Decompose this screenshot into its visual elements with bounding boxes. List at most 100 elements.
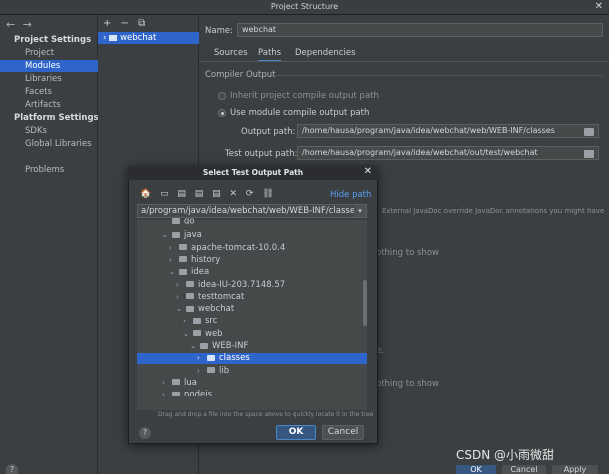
help-button[interactable]: ?: [139, 427, 151, 439]
tab-dependencies[interactable]: Dependencies: [295, 48, 356, 58]
chevron-right-icon[interactable]: ›: [176, 280, 186, 291]
sidebar-item-modules[interactable]: Modules: [0, 60, 98, 72]
chevron-down-icon[interactable]: ▾: [354, 205, 366, 217]
close-icon[interactable]: ✕: [595, 1, 603, 12]
folder-icon: [186, 293, 194, 300]
cancel-button[interactable]: Cancel: [322, 425, 364, 440]
tree-item-idea-iu-203-7148-57[interactable]: › idea-IU-203.7148.57: [137, 280, 367, 291]
ok-button[interactable]: OK: [276, 425, 316, 440]
javadoc-hint: External JavaDoc override JavaDoc annota…: [382, 207, 605, 215]
chevron-down-icon[interactable]: ⌄: [183, 329, 193, 340]
tree-item-label: nodejs: [184, 390, 213, 397]
browse-folder-icon[interactable]: [584, 128, 594, 136]
module-tree-toolbar[interactable]: + − ⧉: [103, 18, 148, 29]
output-path-field[interactable]: /home/hausa/program/java/idea/webchat/we…: [297, 124, 599, 138]
hide-path-link[interactable]: Hide path: [330, 190, 371, 200]
module-name: webchat: [120, 33, 157, 43]
chevron-right-icon[interactable]: ›: [197, 353, 207, 364]
folder-icon: [207, 367, 215, 374]
tree-item-webchat[interactable]: ⌄ webchat: [137, 304, 367, 315]
folder-icon: [207, 354, 215, 361]
tree-item-go[interactable]: go: [137, 218, 367, 224]
window-title-bar: Project Structure ✕: [0, 0, 609, 15]
folder-icon: [200, 342, 208, 349]
chevron-down-icon[interactable]: ⌄: [169, 267, 179, 278]
sidebar-item-project[interactable]: Project: [0, 47, 98, 59]
compiler-output-header: Compiler Output: [205, 70, 276, 80]
folder-icon: [172, 379, 180, 386]
tab-paths[interactable]: Paths: [258, 48, 282, 62]
tree-item-label: WEB-INF: [212, 341, 249, 351]
window-title: Project Structure: [270, 2, 339, 11]
folder-icon: [186, 281, 194, 287]
path-input[interactable]: a/program/java/idea/webchat/web/WEB-INF/…: [137, 204, 367, 218]
tree-scrollbar[interactable]: [363, 280, 367, 326]
sidebar-item-problems[interactable]: Problems: [0, 164, 98, 176]
tree-item-label: web: [205, 328, 223, 339]
tree-item-java[interactable]: ⌄ java: [137, 230, 367, 241]
dialog-toolbar-icons[interactable]: 🏠 ▭ ▤ ▤ ▤ ✕ ⟳ ⛓: [140, 189, 277, 199]
chevron-down-icon[interactable]: ⌄: [190, 341, 200, 352]
drag-drop-hint: Drag and drop a file into the space abov…: [158, 411, 374, 418]
tree-item-label: testtomcat: [198, 291, 245, 302]
inherit-path-radio[interactable]: [218, 92, 226, 100]
help-button[interactable]: ?: [6, 464, 18, 474]
module-folder-icon: [109, 34, 118, 41]
tree-item-lib[interactable]: › lib: [137, 366, 367, 377]
chevron-right-icon[interactable]: ›: [176, 292, 186, 303]
close-icon[interactable]: ✕: [364, 166, 372, 177]
apply-button[interactable]: Apply: [552, 465, 598, 474]
chevron-right-icon[interactable]: ›: [169, 243, 179, 254]
chevron-right-icon[interactable]: ›: [197, 366, 207, 377]
tree-item-testtomcat[interactable]: › testtomcat: [137, 292, 367, 303]
tree-item-nodejs[interactable]: › nodejs: [137, 390, 367, 397]
platform-settings-header: Platform Settings: [14, 113, 99, 123]
dialog-title-bar: Select Test Output Path ✕: [128, 166, 378, 180]
tree-item-web[interactable]: ⌄ web: [137, 329, 367, 340]
test-output-path-label: Test output path:: [225, 149, 298, 159]
tree-item-web-inf[interactable]: ⌄ WEB-INF: [137, 341, 367, 352]
tree-item-label: classes: [219, 353, 250, 364]
tree-item-label: idea-IU-203.7148.57: [198, 279, 286, 290]
folder-icon: [172, 231, 180, 238]
folder-icon: [186, 305, 194, 312]
empty-list-text: othing to show: [376, 379, 439, 389]
chevron-down-icon[interactable]: ⌄: [176, 304, 186, 315]
tree-item-history[interactable]: › history: [137, 255, 367, 266]
tree-item-idea[interactable]: ⌄ idea: [137, 267, 367, 278]
folder-icon: [172, 218, 180, 224]
tree-item-label: webchat: [198, 304, 235, 315]
tree-item-label: apache-tomcat-10.0.4: [191, 242, 286, 253]
section-divider: [276, 75, 603, 76]
use-module-path-label: Use module compile output path: [230, 108, 370, 118]
sidebar-item-facets[interactable]: Facets: [0, 86, 98, 98]
ok-button[interactable]: OK: [456, 465, 496, 474]
chevron-right-icon[interactable]: ›: [162, 390, 172, 396]
module-tree-item-webchat[interactable]: › webchat: [98, 32, 199, 44]
use-module-path-radio[interactable]: [218, 109, 226, 117]
tree-item-classes[interactable]: › classes: [137, 353, 367, 365]
tree-item-label: idea: [191, 267, 210, 278]
cancel-button[interactable]: Cancel: [502, 465, 546, 474]
chevron-down-icon[interactable]: ⌄: [162, 230, 172, 241]
tree-item-label: history: [191, 254, 221, 265]
tree-item-apache-tomcat-10-0-4[interactable]: › apache-tomcat-10.0.4: [137, 243, 367, 254]
tab-sources[interactable]: Sources: [214, 48, 248, 58]
chevron-right-icon[interactable]: ›: [183, 316, 193, 327]
folder-icon: [193, 317, 201, 324]
test-output-path-field[interactable]: /home/hausa/program/java/idea/webchat/ou…: [297, 146, 599, 160]
sidebar-item-sdks[interactable]: SDKs: [0, 125, 98, 137]
chevron-right-icon[interactable]: ›: [162, 378, 172, 389]
sidebar-item-global-libraries[interactable]: Global Libraries: [0, 138, 98, 150]
sidebar-item-artifacts[interactable]: Artifacts: [0, 99, 98, 111]
browse-folder-icon[interactable]: [584, 150, 594, 158]
tree-item-lua[interactable]: › lua: [137, 378, 367, 389]
back-forward-arrows-icon[interactable]: ← →: [6, 18, 34, 31]
tree-item-src[interactable]: › src: [137, 316, 367, 327]
sidebar-item-libraries[interactable]: Libraries: [0, 73, 98, 85]
module-name-field[interactable]: webchat: [237, 23, 603, 37]
tree-item-label: go: [184, 218, 195, 224]
chevron-right-icon[interactable]: ›: [169, 255, 179, 266]
folder-icon: [179, 256, 187, 263]
inherit-path-label: Inherit project compile output path: [230, 91, 379, 101]
